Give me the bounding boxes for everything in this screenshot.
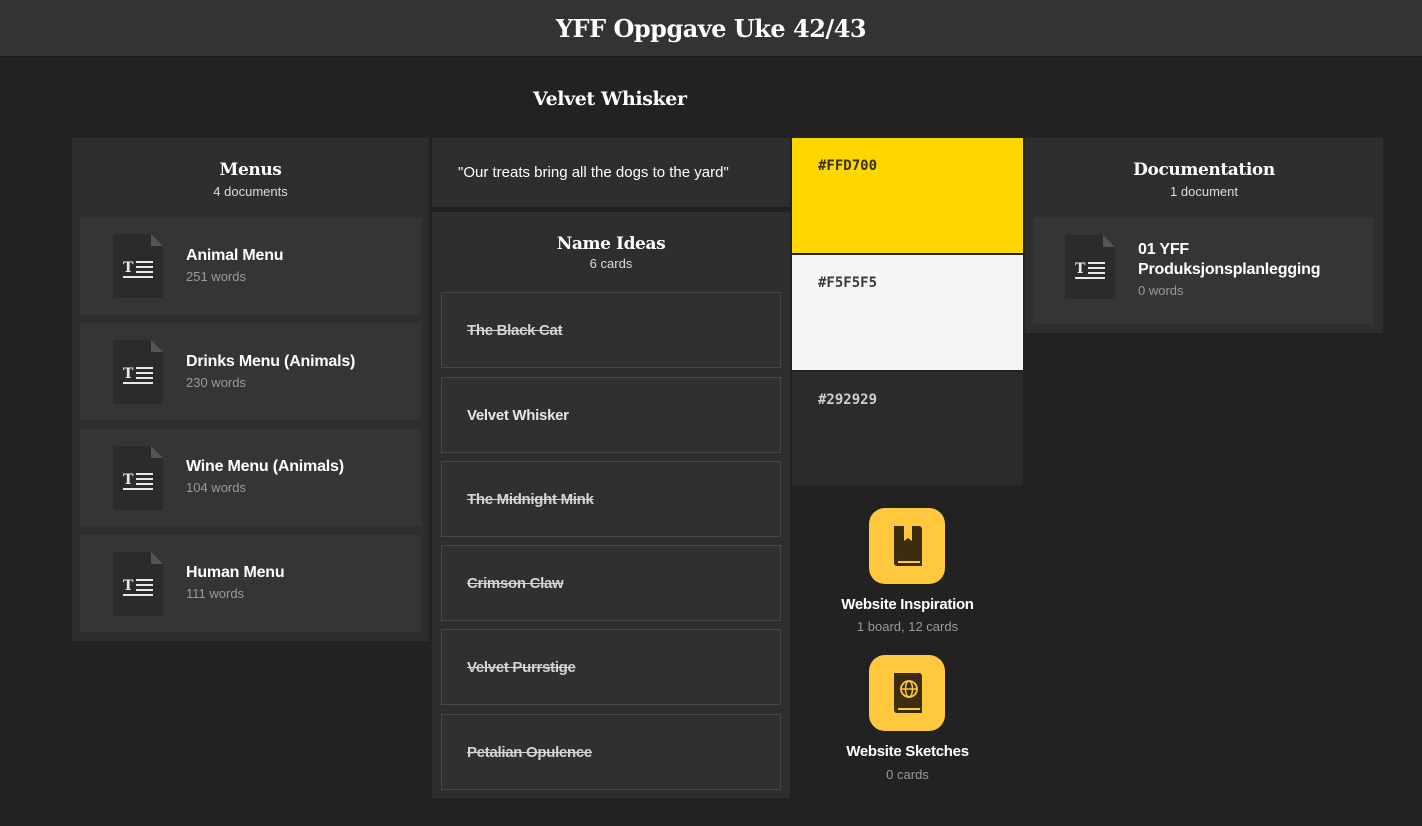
document-icon: T — [113, 234, 163, 298]
bookmark-book-icon — [894, 526, 922, 566]
name-idea-card[interactable]: The Midnight Mink — [441, 461, 781, 537]
board-tile — [869, 508, 945, 584]
document-name: Drinks Menu (Animals) — [186, 353, 356, 370]
document-word-count: 230 words — [186, 375, 246, 390]
name-idea-card[interactable]: The Black Cat — [441, 292, 781, 368]
svg-text:T: T — [123, 260, 134, 276]
name-ideas-count: 6 cards — [589, 256, 633, 271]
name-idea-card[interactable]: Velvet Whisker — [441, 377, 781, 453]
document-icon: T — [113, 340, 163, 404]
menus-header: Menus 4 documents — [72, 160, 429, 199]
document-name: Wine Menu (Animals) — [186, 458, 344, 475]
name-idea-card[interactable]: Velvet Purrstige — [441, 629, 781, 705]
name-ideas-header: Name Ideas 6 cards — [432, 234, 790, 271]
document-name: Animal Menu — [186, 247, 284, 264]
document-word-count: 0 words — [1138, 283, 1184, 298]
board-name: Website Sketches — [846, 743, 969, 760]
color-swatch[interactable]: #F5F5F5 — [792, 255, 1023, 370]
page-title: YFF Oppgave Uke 42/43 — [555, 13, 867, 43]
color-swatch[interactable]: #292929 — [792, 372, 1023, 485]
document-name: Human Menu — [186, 564, 285, 581]
top-bar: YFF Oppgave Uke 42/43 — [0, 0, 1422, 57]
menus-count: 4 documents — [213, 184, 288, 199]
menus-title[interactable]: Menus — [72, 160, 429, 180]
document-word-count: 104 words — [186, 480, 246, 495]
document-card[interactable]: T Human Menu 111 words — [80, 535, 421, 632]
svg-text:T: T — [123, 366, 134, 382]
svg-text:T: T — [123, 472, 134, 488]
svg-text:T: T — [123, 578, 134, 594]
documentation-header: Documentation 1 document — [1025, 160, 1383, 199]
board-title[interactable]: Velvet Whisker — [533, 88, 687, 110]
board-card-count: 0 cards — [886, 767, 929, 782]
board-name: Website Inspiration — [841, 596, 974, 613]
document-icon: T — [113, 552, 163, 616]
document-card[interactable]: T Wine Menu (Animals) 104 words — [80, 429, 421, 526]
board-link-website-sketches[interactable]: Website Sketches 0 cards — [792, 648, 1023, 788]
document-word-count: 251 words — [186, 269, 246, 284]
name-idea-card[interactable]: Crimson Claw — [441, 545, 781, 621]
svg-text:T: T — [1075, 261, 1086, 277]
color-swatch[interactable]: #FFD700 — [792, 138, 1023, 253]
document-word-count: 111 words — [186, 586, 245, 601]
document-name: 01 YFF — [1138, 241, 1189, 258]
document-name: Produksjonsplanlegging — [1138, 261, 1321, 278]
board-card-count: 1 board, 12 cards — [856, 619, 959, 634]
quote-card[interactable]: "Our treats bring all the dogs to the ya… — [432, 138, 790, 209]
document-card[interactable]: T Drinks Menu (Animals) 230 words — [80, 323, 421, 420]
document-card[interactable]: T Animal Menu 251 words — [80, 218, 421, 315]
globe-book-icon — [894, 673, 922, 713]
document-card[interactable]: T 01 YFF Produksjonsplanlegging 0 words — [1033, 218, 1374, 324]
documentation-title[interactable]: Documentation — [1025, 160, 1383, 180]
documentation-count: 1 document — [1170, 184, 1238, 199]
document-icon: T — [113, 446, 163, 510]
board-link-website-inspiration[interactable]: Website Inspiration 1 board, 12 cards — [792, 500, 1023, 640]
document-icon: T — [1065, 235, 1115, 299]
name-idea-card[interactable]: Petalian Opulence — [441, 714, 781, 790]
board-tile — [869, 655, 945, 731]
name-ideas-title[interactable]: Name Ideas — [432, 234, 790, 254]
